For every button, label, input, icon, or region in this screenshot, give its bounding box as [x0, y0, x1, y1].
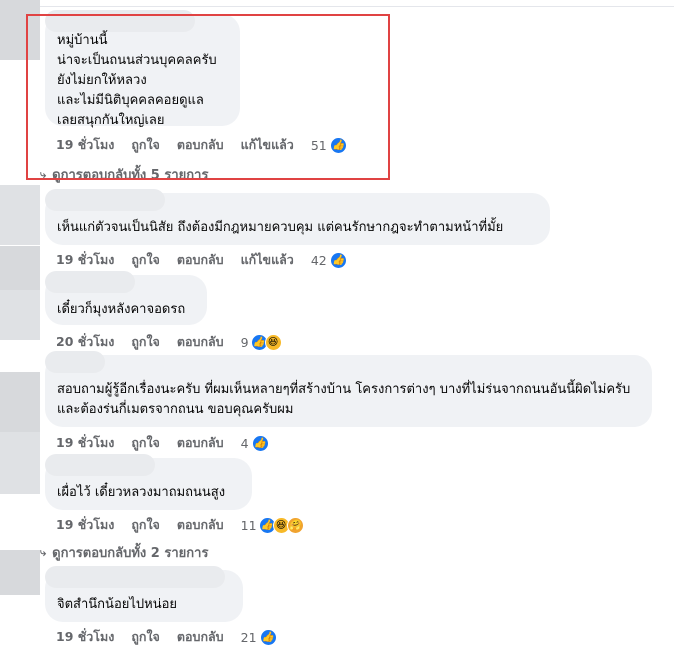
reply-button[interactable]: ตอบกลับ	[177, 515, 224, 535]
comment-actions: 19 ชั่วโมง ถูกใจ ตอบกลับ แก้ไขแล้ว 42 👍	[56, 250, 347, 270]
edited-label[interactable]: แก้ไขแล้ว	[241, 250, 294, 270]
reaction-count: 11	[240, 517, 257, 533]
comment-bubble: เผื่อไว้ เดี๋ยวหลวงมาถมถนนสูง	[45, 454, 252, 510]
timestamp[interactable]: 19 ชั่วโมง	[56, 135, 114, 155]
like-button[interactable]: ถูกใจ	[131, 250, 160, 270]
reply-button[interactable]: ตอบกลับ	[177, 433, 224, 453]
timestamp[interactable]: 19 ชั่วโมง	[56, 250, 114, 270]
view-replies-label: ดูการตอบกลับทั้ง 2 รายการ	[52, 546, 209, 561]
comment-text: เห็นแก่ตัวจนเป็นนิสัย ถึงต้องมีกฎหมายควบ…	[57, 220, 504, 235]
avatar[interactable]	[0, 0, 40, 60]
edited-label[interactable]: แก้ไขแล้ว	[241, 135, 294, 155]
like-button[interactable]: ถูกใจ	[131, 515, 160, 535]
timestamp[interactable]: 19 ชั่วโมง	[56, 515, 114, 535]
reply-button[interactable]: ตอบกลับ	[177, 135, 224, 155]
like-button[interactable]: ถูกใจ	[131, 332, 160, 352]
avatar[interactable]	[0, 185, 40, 245]
reaction-count: 4	[240, 435, 249, 451]
timestamp[interactable]: 20 ชั่วโมง	[56, 332, 114, 352]
comment-bubble: สอบถามผู้รู้อีกเรื่องนะครับ ที่ผมเห็นหลา…	[45, 351, 652, 427]
comment-bubble: เดี๋ยวก็มุงหลังคาจอดรถ	[45, 271, 207, 325]
comment-text: สอบถามผู้รู้อีกเรื่องนะครับ ที่ผมเห็นหลา…	[57, 382, 631, 417]
reaction-summary[interactable]: 9 👍 😆	[240, 333, 282, 351]
like-icon: 👍	[329, 251, 347, 269]
reaction-count: 42	[310, 252, 327, 268]
view-replies-link[interactable]: ⤷ ดูการตอบกลับทั้ง 5 รายการ	[40, 164, 208, 185]
comment-bubble: หมู่บ้านนี้ น่าจะเป็นถนนส่วนบุคคลครับ ยั…	[45, 10, 240, 128]
comment-text: เดี๋ยวก็มุงหลังคาจอดรถ	[57, 302, 186, 317]
comment-text: หมู่บ้านนี้ น่าจะเป็นถนนส่วนบุคคลครับ ยั…	[57, 33, 217, 128]
comment-actions: 19 ชั่วโมง ถูกใจ ตอบกลับ 21 👍	[56, 627, 277, 647]
reply-arrow-icon: ⤷	[40, 167, 47, 181]
avatar[interactable]	[0, 290, 40, 340]
reaction-summary[interactable]: 21 👍	[240, 628, 277, 646]
comment-actions: 19 ชั่วโมง ถูกใจ ตอบกลับ 4 👍	[56, 433, 269, 453]
like-button[interactable]: ถูกใจ	[131, 135, 160, 155]
timestamp[interactable]: 19 ชั่วโมง	[56, 433, 114, 453]
avatar[interactable]	[0, 432, 40, 494]
like-button[interactable]: ถูกใจ	[131, 627, 160, 647]
comment-text: จิตสำนึกน้อยไปหน่อย	[57, 597, 178, 612]
care-icon: 🤗	[286, 516, 304, 534]
reaction-summary[interactable]: 42 👍	[310, 251, 347, 269]
timestamp[interactable]: 19 ชั่วโมง	[56, 627, 114, 647]
comment-text: เผื่อไว้ เดี๋ยวหลวงมาถมถนนสูง	[57, 485, 226, 500]
avatar[interactable]	[0, 246, 40, 290]
reaction-summary[interactable]: 51 👍	[310, 136, 347, 154]
like-button[interactable]: ถูกใจ	[131, 433, 160, 453]
comment-actions: 19 ชั่วโมง ถูกใจ ตอบกลับ 11 👍 😆 🤗	[56, 515, 304, 535]
reaction-count: 51	[310, 137, 327, 153]
reaction-count: 21	[240, 629, 257, 645]
reaction-summary[interactable]: 4 👍	[240, 434, 269, 452]
view-replies-label: ดูการตอบกลับทั้ง 5 รายการ	[52, 168, 209, 183]
divider	[40, 6, 674, 7]
like-icon: 👍	[259, 628, 277, 646]
view-replies-link[interactable]: ⤷ ดูการตอบกลับทั้ง 2 รายการ	[40, 542, 208, 563]
comment-actions: 19 ชั่วโมง ถูกใจ ตอบกลับ แก้ไขแล้ว 51 👍	[56, 135, 347, 155]
like-icon: 👍	[329, 136, 347, 154]
reply-button[interactable]: ตอบกลับ	[177, 627, 224, 647]
reaction-count: 9	[240, 334, 249, 350]
comment-bubble: จิตสำนึกน้อยไปหน่อย	[45, 566, 243, 622]
like-icon: 👍	[251, 434, 269, 452]
reply-arrow-icon: ⤷	[40, 545, 47, 559]
reaction-summary[interactable]: 11 👍 😆 🤗	[240, 516, 304, 534]
comment-bubble: เห็นแก่ตัวจนเป็นนิสัย ถึงต้องมีกฎหมายควบ…	[45, 189, 550, 245]
reply-button[interactable]: ตอบกลับ	[177, 332, 224, 352]
comment-actions: 20 ชั่วโมง ถูกใจ ตอบกลับ 9 👍 😆	[56, 332, 282, 352]
reply-button[interactable]: ตอบกลับ	[177, 250, 224, 270]
avatar[interactable]	[0, 550, 40, 595]
avatar[interactable]	[0, 372, 40, 432]
haha-icon: 😆	[264, 333, 282, 351]
